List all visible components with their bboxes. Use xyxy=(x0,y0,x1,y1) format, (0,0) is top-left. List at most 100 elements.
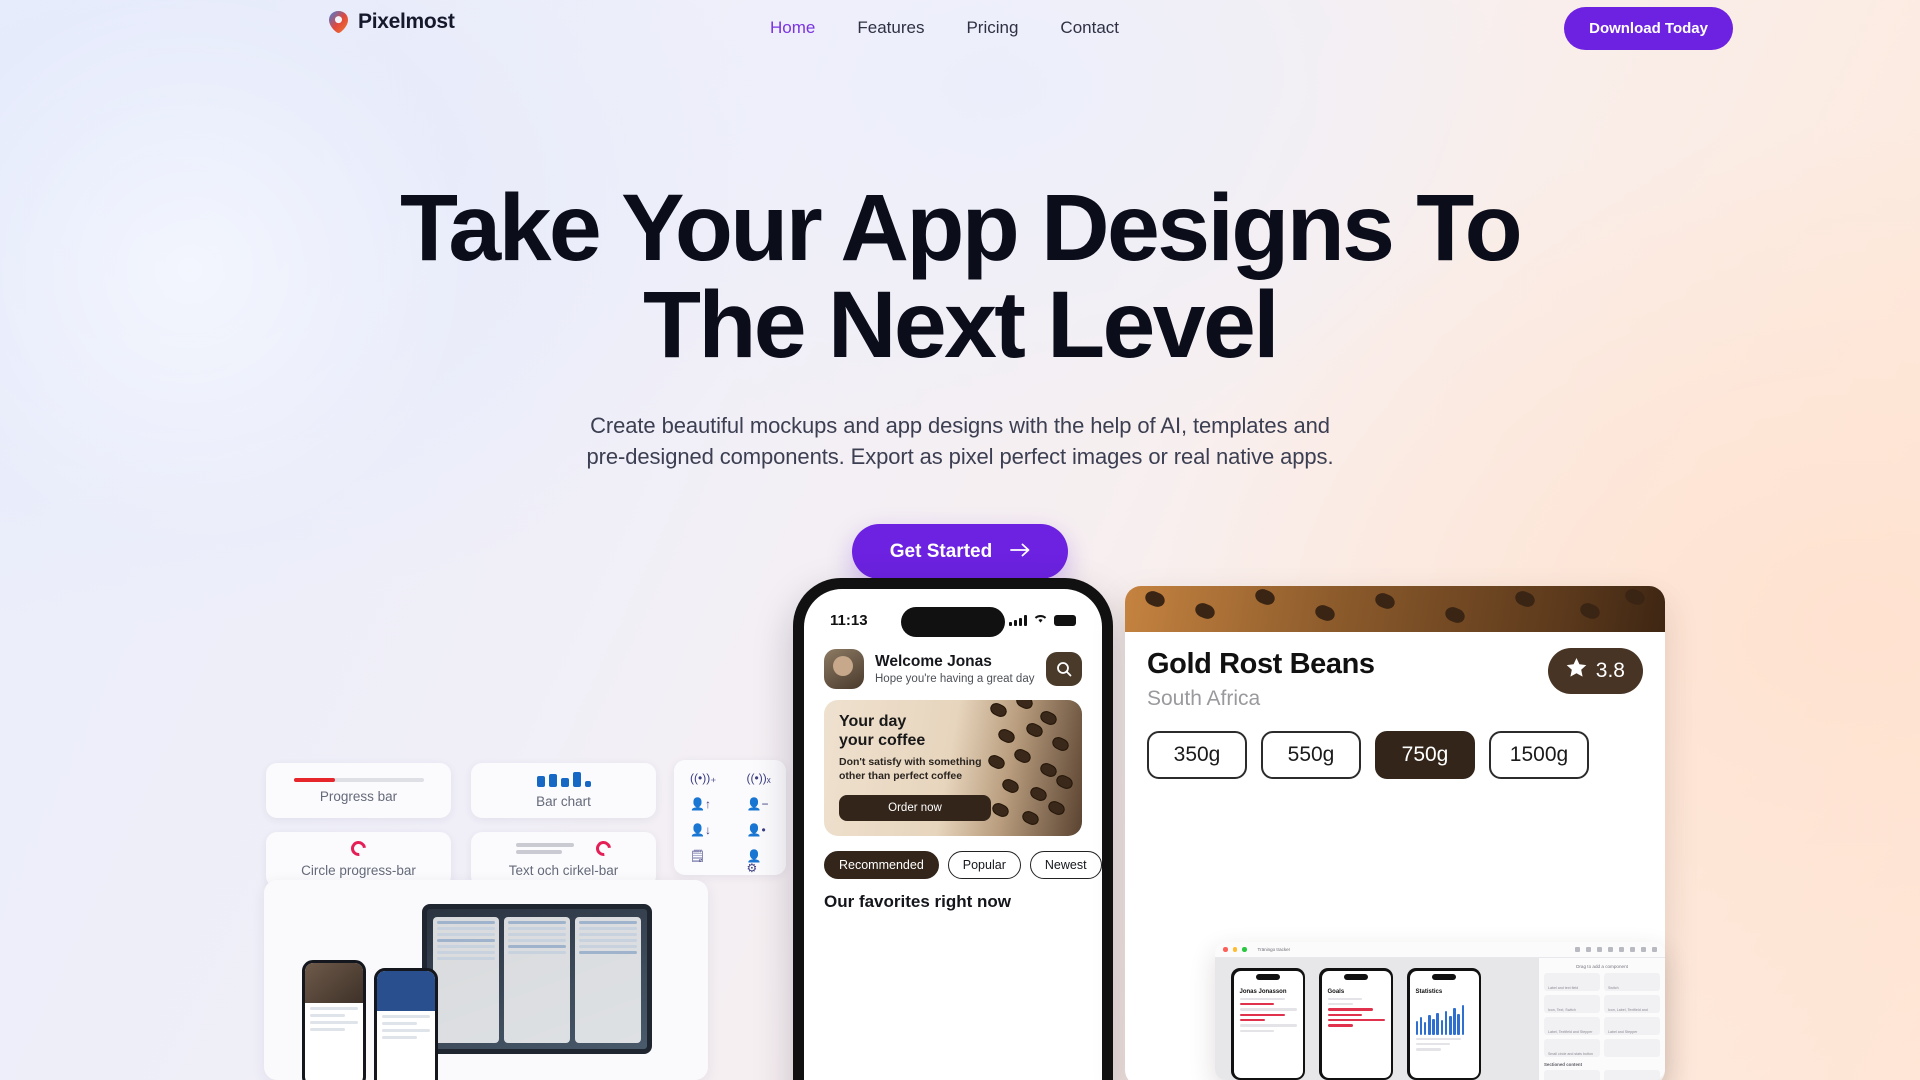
minimize-icon[interactable] xyxy=(1232,947,1237,952)
component-card-circle-progress[interactable]: Circle progress-bar xyxy=(266,832,451,887)
weight-option-1500g[interactable]: 1500g xyxy=(1489,731,1589,779)
component-label: Progress bar xyxy=(319,788,398,804)
nav-link-features[interactable]: Features xyxy=(857,18,924,38)
promo-body-line-1: Don't satisfy with something xyxy=(839,756,982,769)
battery-icon xyxy=(1054,614,1076,626)
hero-subtitle: Create beautiful mockups and app designs… xyxy=(0,410,1920,472)
greeting-subtitle: Hope you're having a great day xyxy=(875,673,1035,685)
weight-options: 350g 550g 750g 1500g xyxy=(1147,731,1643,779)
component-card-progress-bar[interactable]: Progress bar xyxy=(266,763,451,818)
panel-item[interactable]: Label and Stepper xyxy=(1604,1017,1660,1035)
headline-line-2: The Next Level xyxy=(642,271,1280,378)
nav-links: Home Features Pricing Contact xyxy=(770,0,1119,56)
product-origin: South Africa xyxy=(1147,687,1261,710)
nav-link-pricing[interactable]: Pricing xyxy=(966,18,1018,38)
tool-screen-user: Jonas Jonasson xyxy=(1239,988,1287,995)
phone-mockup-small-2 xyxy=(374,968,438,1080)
panel-item[interactable] xyxy=(1604,1039,1660,1057)
promo-body-line-2: other than perfect coffee xyxy=(839,770,963,783)
phone-greeting-header: Welcome Jonas Hope you're having a great… xyxy=(804,649,1102,689)
tool-title-bar: Träningo tracker xyxy=(1215,942,1665,958)
location-pin-logo-icon xyxy=(328,10,349,34)
weight-option-350g[interactable]: 350g xyxy=(1147,731,1247,779)
wifi-add-icon: ((•))₊ xyxy=(690,771,717,785)
bar-chart-preview-icon xyxy=(536,772,591,787)
tool-canvas: Jonas Jonasson Goals Statistics xyxy=(1215,958,1539,1080)
tool-phone-screen-3: Statistics xyxy=(1407,968,1481,1080)
signal-icon xyxy=(1009,614,1027,626)
user-card-icon: 🗒 xyxy=(690,849,706,863)
subtitle-line-2: pre-designed components. Export as pixel… xyxy=(586,444,1334,470)
chip-newest[interactable]: Newest xyxy=(1029,851,1102,879)
phone-mockup-main: 11:13 Welcome Jonas Hope you're having a… xyxy=(793,578,1113,1080)
component-card-text-circle[interactable]: Text och cirkel-bar xyxy=(471,832,656,887)
user-down-icon: 👤↓ xyxy=(690,823,711,837)
rating-value: 3.8 xyxy=(1595,659,1625,682)
dynamic-island xyxy=(901,607,1005,637)
subtitle-line-1: Create beautiful mockups and app designs… xyxy=(590,412,1330,438)
chip-popular[interactable]: Popular xyxy=(947,851,1021,879)
product-hero-image xyxy=(1125,586,1665,632)
panel-item[interactable]: Icon, Label, Textfield and Stepper xyxy=(1604,995,1660,1030)
wifi-icon xyxy=(1033,611,1048,629)
product-name: Gold Rost Beans xyxy=(1147,648,1375,680)
devices-preview-image xyxy=(302,902,682,1080)
tool-phone-screen-2: Goals xyxy=(1319,968,1393,1080)
filter-chips: Recommended Popular Newest xyxy=(824,851,1102,879)
devices-preview-card[interactable] xyxy=(264,880,708,1080)
panel-item[interactable]: Clear button bar xyxy=(1544,1070,1600,1080)
component-card-bar-chart[interactable]: Bar chart xyxy=(471,763,656,818)
favorites-section-title: Our favorites right now xyxy=(824,892,1012,911)
get-started-label: Get Started xyxy=(889,540,993,562)
panel-item[interactable]: Button bar xyxy=(1604,1070,1660,1080)
close-icon[interactable] xyxy=(1223,947,1228,952)
component-label: Circle progress-bar xyxy=(301,863,416,878)
brand-name: Pixelmost xyxy=(358,10,455,33)
user-minus-icon: 👤− xyxy=(746,797,769,811)
headline-line-1: Take Your App Designs To xyxy=(400,175,1523,281)
page-title: Take Your App Designs To The Next Level xyxy=(0,180,1920,374)
user-up-icon: 👤↑ xyxy=(690,797,711,811)
tool-toolbar-icons xyxy=(1575,947,1657,952)
panel-header: Drag to add a component xyxy=(1576,964,1628,969)
circle-progress-preview-icon xyxy=(347,837,370,860)
wifi-remove-icon: ((•))ₓ xyxy=(746,771,771,785)
top-navigation-bar: Pixelmost Home Features Pricing Contact … xyxy=(0,0,1920,56)
user-dot-icon: 👤• xyxy=(746,823,766,837)
panel-section-title: Sectioned content xyxy=(1544,1062,1583,1067)
mockup-collage: Progress bar Bar chart Circle progress-b… xyxy=(0,578,1920,1080)
greeting-title: Welcome Jonas xyxy=(875,653,992,670)
component-label: Text och cirkel-bar xyxy=(508,863,619,878)
maximize-icon[interactable] xyxy=(1242,947,1247,952)
promo-card[interactable]: Your day your coffee Don't satisfy with … xyxy=(824,700,1082,836)
panel-item[interactable]: Small circle and stats button xyxy=(1544,1039,1600,1057)
order-now-button[interactable]: Order now xyxy=(839,794,991,821)
search-icon[interactable] xyxy=(1046,652,1082,686)
hero-section: Take Your App Designs To The Next Level … xyxy=(0,180,1920,580)
laptop-mockup xyxy=(422,904,652,1054)
chip-recommended[interactable]: Recommended xyxy=(824,851,939,879)
nav-link-home[interactable]: Home xyxy=(770,18,815,38)
tool-screen-title-statistics: Statistics xyxy=(1415,988,1443,995)
design-tool-window: Träningo tracker Jonas Jonasson Goals St… xyxy=(1215,942,1665,1080)
avatar xyxy=(824,649,864,689)
tool-window-title: Träningo tracker xyxy=(1257,947,1291,952)
nav-link-contact[interactable]: Contact xyxy=(1060,18,1119,38)
coffee-beans-image xyxy=(978,700,1082,836)
panel-item[interactable]: Label and text field xyxy=(1544,973,1600,991)
user-settings-icon: 👤⚙ xyxy=(746,849,762,875)
phone-mockup-small-1 xyxy=(302,960,366,1080)
panel-item[interactable]: Switch xyxy=(1604,973,1660,991)
tool-phone-screen-1: Jonas Jonasson xyxy=(1231,968,1305,1080)
status-time: 11:13 xyxy=(830,611,868,629)
tool-screen-title-goals: Goals xyxy=(1327,988,1345,995)
get-started-button[interactable]: Get Started xyxy=(851,524,1069,580)
panel-item[interactable]: Label, Textfield and Stepper xyxy=(1544,1017,1600,1035)
brand-logo[interactable]: Pixelmost xyxy=(328,10,455,34)
panel-item[interactable]: Icon, Text, Switch xyxy=(1544,995,1600,1013)
icon-library-card[interactable]: ((•))₊ ((•))ₓ 👤↑ 👤− 👤↓ 👤• 🗒 👤⚙ xyxy=(674,760,786,875)
component-label: Bar chart xyxy=(536,794,591,809)
weight-option-550g[interactable]: 550g xyxy=(1261,731,1361,779)
download-today-button[interactable]: Download Today xyxy=(1564,7,1733,50)
weight-option-750g[interactable]: 750g xyxy=(1375,731,1475,779)
